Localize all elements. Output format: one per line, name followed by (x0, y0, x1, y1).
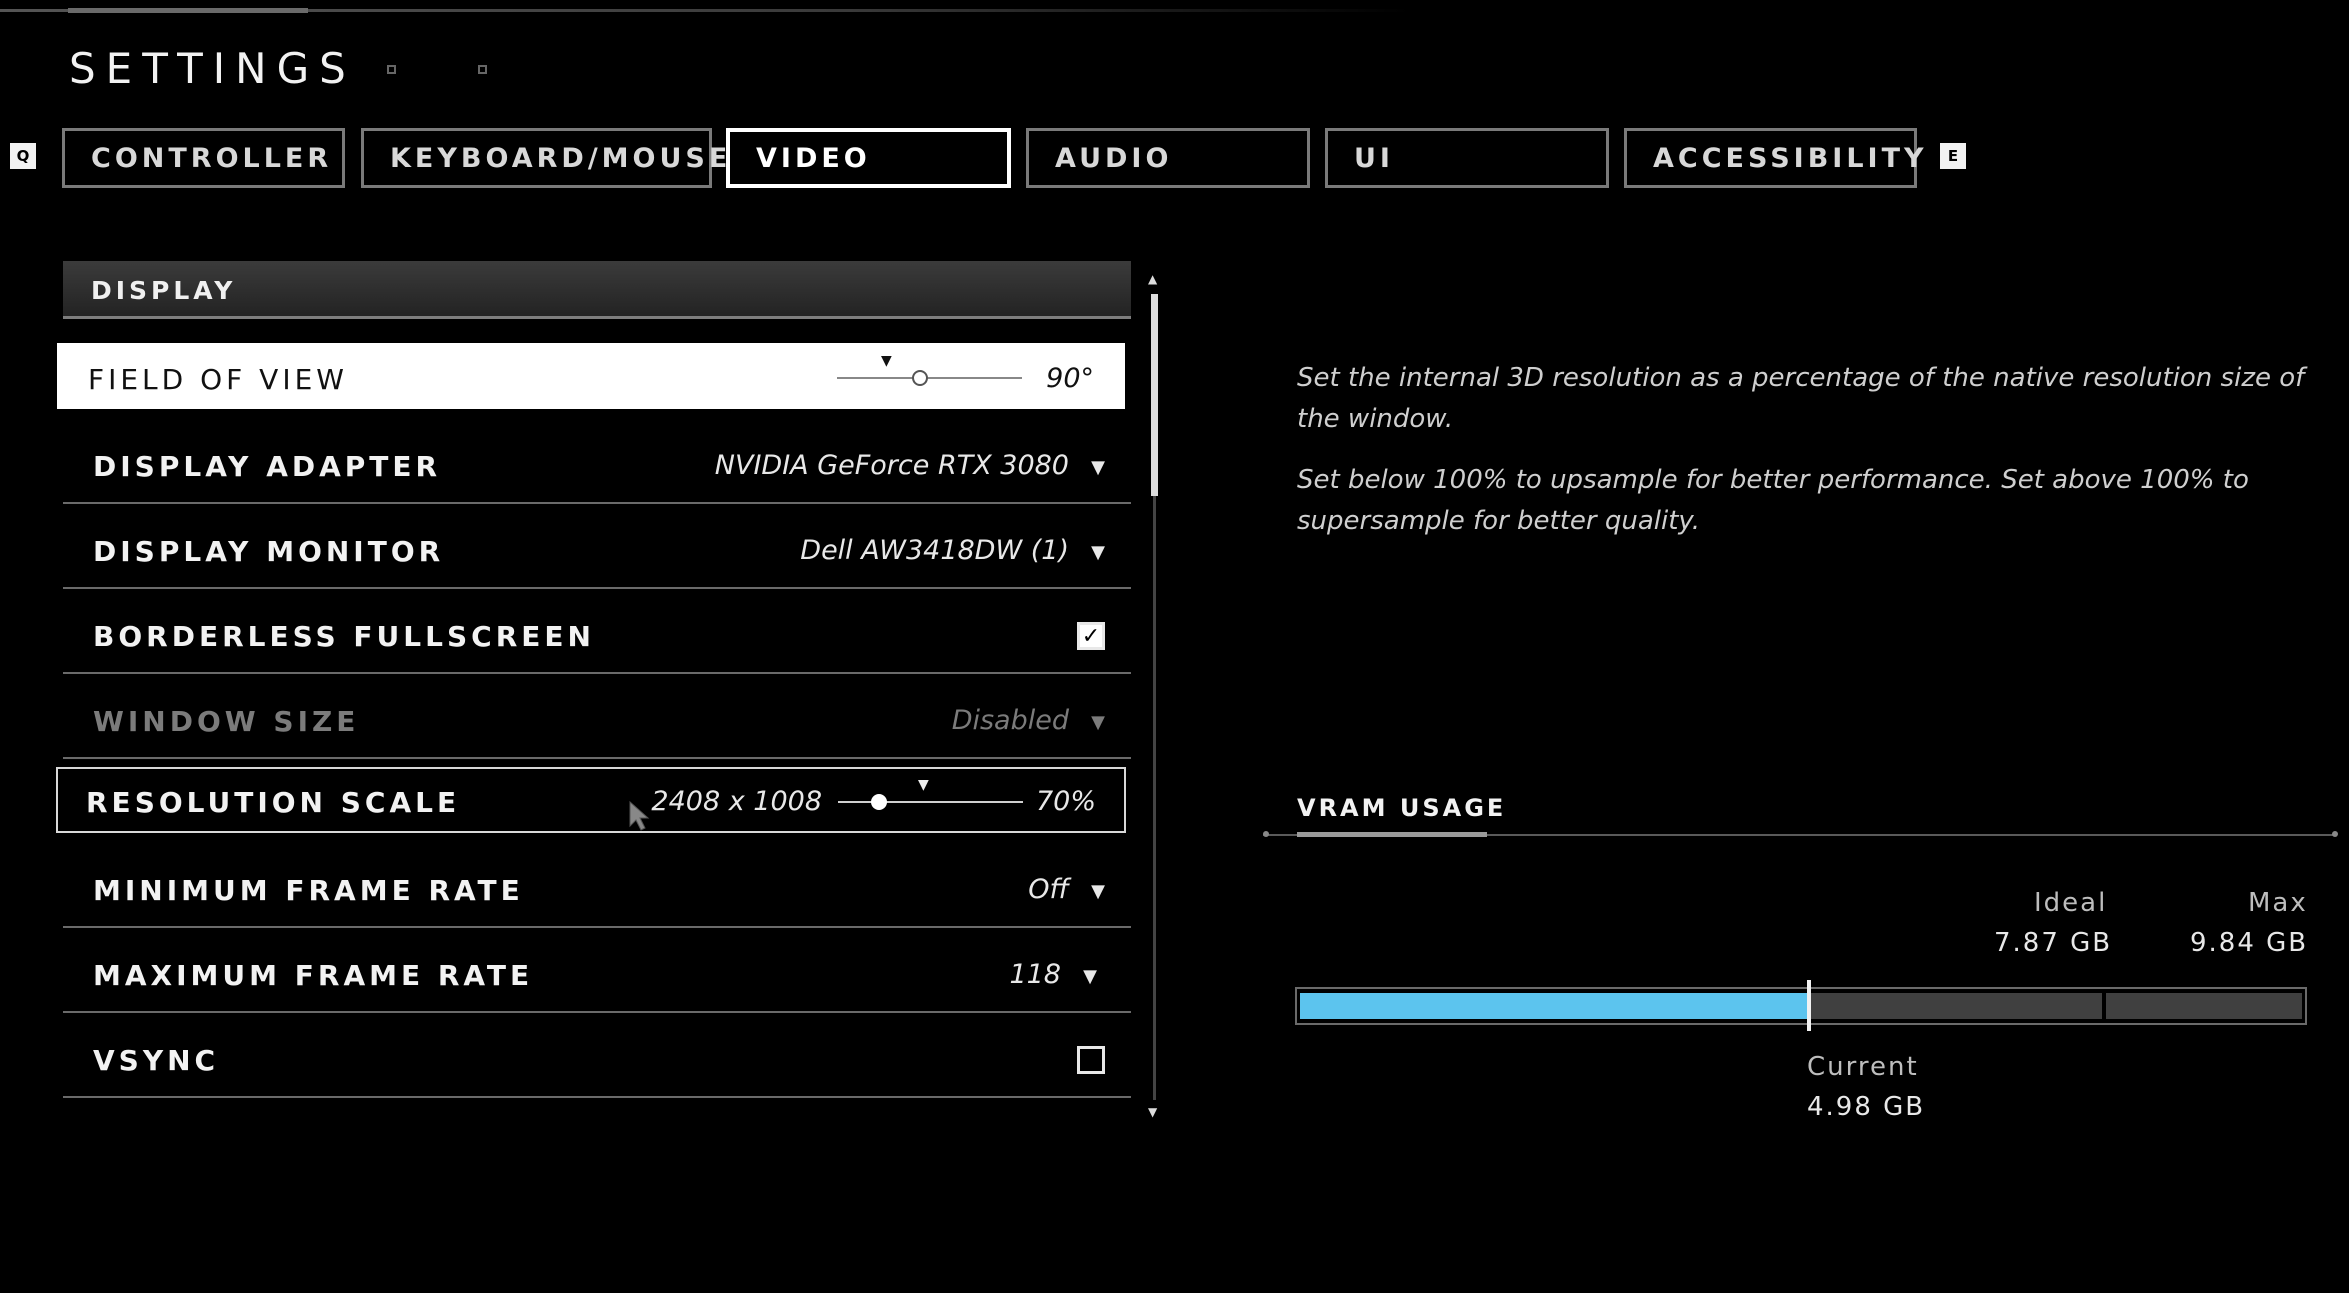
fov-value: 90° (1046, 363, 1094, 394)
top-progress-accent (68, 8, 308, 13)
description-line: Set the internal 3D resolution as a perc… (1297, 363, 2305, 434)
max-fps-value: 118 (1009, 959, 1061, 990)
setting-borderless-fullscreen[interactable]: BORDERLESS FULLSCREEN ✓ (63, 598, 1131, 674)
setting-label: MAXIMUM FRAME RATE (93, 959, 534, 992)
setting-resolution-scale[interactable]: RESOLUTION SCALE 2408 x 1008 ▼ 70% (56, 767, 1126, 833)
resolution-scale-value: 70% (1035, 786, 1096, 817)
default-marker-icon: ▼ (918, 777, 929, 793)
setting-label: FIELD OF VIEW (88, 363, 348, 396)
fov-slider-knob[interactable] (912, 370, 929, 386)
vram-bar-current-fill (1300, 993, 1807, 1019)
tab-audio[interactable]: AUDIO (1026, 128, 1310, 188)
setting-label: VSYNC (93, 1044, 220, 1077)
min-fps-value: Off (1028, 874, 1069, 905)
vram-divider-accent (1297, 832, 1487, 837)
dropdown-caret-icon[interactable]: ▼ (1091, 881, 1105, 902)
scroll-down-arrow-icon[interactable]: ▼ (1148, 1105, 1157, 1119)
dropdown-caret-icon[interactable]: ▼ (1083, 966, 1097, 987)
dropdown-caret-icon: ▼ (1091, 712, 1105, 733)
dropdown-caret-icon[interactable]: ▼ (1091, 457, 1105, 478)
setting-display-adapter[interactable]: DISPLAY ADAPTER NVIDIA GeForce RTX 3080 … (63, 428, 1131, 504)
resolution-readout: 2408 x 1008 (651, 786, 822, 817)
resolution-slider-knob[interactable] (870, 794, 887, 810)
vram-max-label: Max (2248, 888, 2308, 918)
setting-maximum-frame-rate[interactable]: MAXIMUM FRAME RATE 118 ▼ (63, 937, 1131, 1013)
vram-current-label: Current (1807, 1052, 1919, 1082)
vram-current-value: 4.98 GB (1807, 1092, 1926, 1122)
page-title: SETTINGS (69, 44, 356, 93)
setting-label: MINIMUM FRAME RATE (93, 874, 524, 907)
vram-usage-title: VRAM USAGE (1297, 794, 1507, 822)
section-header-display: DISPLAY (63, 261, 1131, 319)
setting-display-monitor[interactable]: DISPLAY MONITOR Dell AW3418DW (1) ▼ (63, 513, 1131, 589)
tab-controller[interactable]: CONTROLLER (62, 128, 345, 188)
vram-divider-cap (2332, 831, 2338, 837)
mouse-cursor-icon (629, 800, 650, 831)
setting-label: DISPLAY ADAPTER (93, 450, 442, 483)
next-tab-key-hint: E (1940, 143, 1966, 169)
prev-tab-key-hint: Q (10, 143, 36, 169)
fov-slider-track[interactable] (837, 377, 1022, 379)
status-dot-icon (387, 65, 396, 74)
description-line: Set below 100% to upsample for better pe… (1297, 465, 2249, 536)
setting-field-of-view[interactable]: FIELD OF VIEW ▼ 90° (57, 343, 1125, 409)
tab-accessibility[interactable]: ACCESSIBILITY (1624, 128, 1924, 188)
vram-max-value: 9.84 GB (2190, 928, 2309, 958)
setting-label: WINDOW SIZE (93, 705, 360, 738)
setting-window-size: WINDOW SIZE Disabled ▼ (63, 683, 1131, 759)
setting-label: DISPLAY MONITOR (93, 535, 445, 568)
check-icon: ✓ (1081, 623, 1101, 649)
setting-vsync[interactable]: VSYNC (63, 1022, 1131, 1098)
resolution-slider-track[interactable] (838, 801, 1023, 803)
status-dot-icon (478, 65, 487, 74)
tab-keyboard-mouse[interactable]: KEYBOARD/MOUSE (361, 128, 727, 188)
setting-label: RESOLUTION SCALE (86, 786, 461, 819)
section-title: DISPLAY (91, 276, 237, 305)
vsync-checkbox[interactable] (1077, 1046, 1105, 1074)
setting-minimum-frame-rate[interactable]: MINIMUM FRAME RATE Off ▼ (63, 852, 1131, 928)
tab-ui[interactable]: UI (1325, 128, 1609, 188)
scrollbar-thumb[interactable] (1151, 294, 1158, 496)
setting-label: BORDERLESS FULLSCREEN (93, 620, 595, 653)
setting-description: Set the internal 3D resolution as a perc… (1297, 358, 2337, 562)
vram-divider-cap (1263, 831, 1269, 837)
adapter-value: NVIDIA GeForce RTX 3080 (714, 450, 1069, 481)
scroll-up-arrow-icon[interactable]: ▲ (1148, 272, 1157, 286)
vram-ideal-separator (2102, 993, 2106, 1019)
vram-ideal-label: Ideal (2034, 888, 2108, 918)
tab-video[interactable]: VIDEO (726, 128, 1011, 188)
monitor-value: Dell AW3418DW (1) (800, 535, 1069, 566)
dropdown-caret-icon[interactable]: ▼ (1091, 542, 1105, 563)
vram-ideal-value: 7.87 GB (1994, 928, 2113, 958)
window-size-value: Disabled (951, 705, 1069, 736)
borderless-checkbox[interactable]: ✓ (1077, 622, 1105, 650)
default-marker-icon: ▼ (881, 353, 892, 369)
vram-current-marker (1807, 980, 1811, 1031)
